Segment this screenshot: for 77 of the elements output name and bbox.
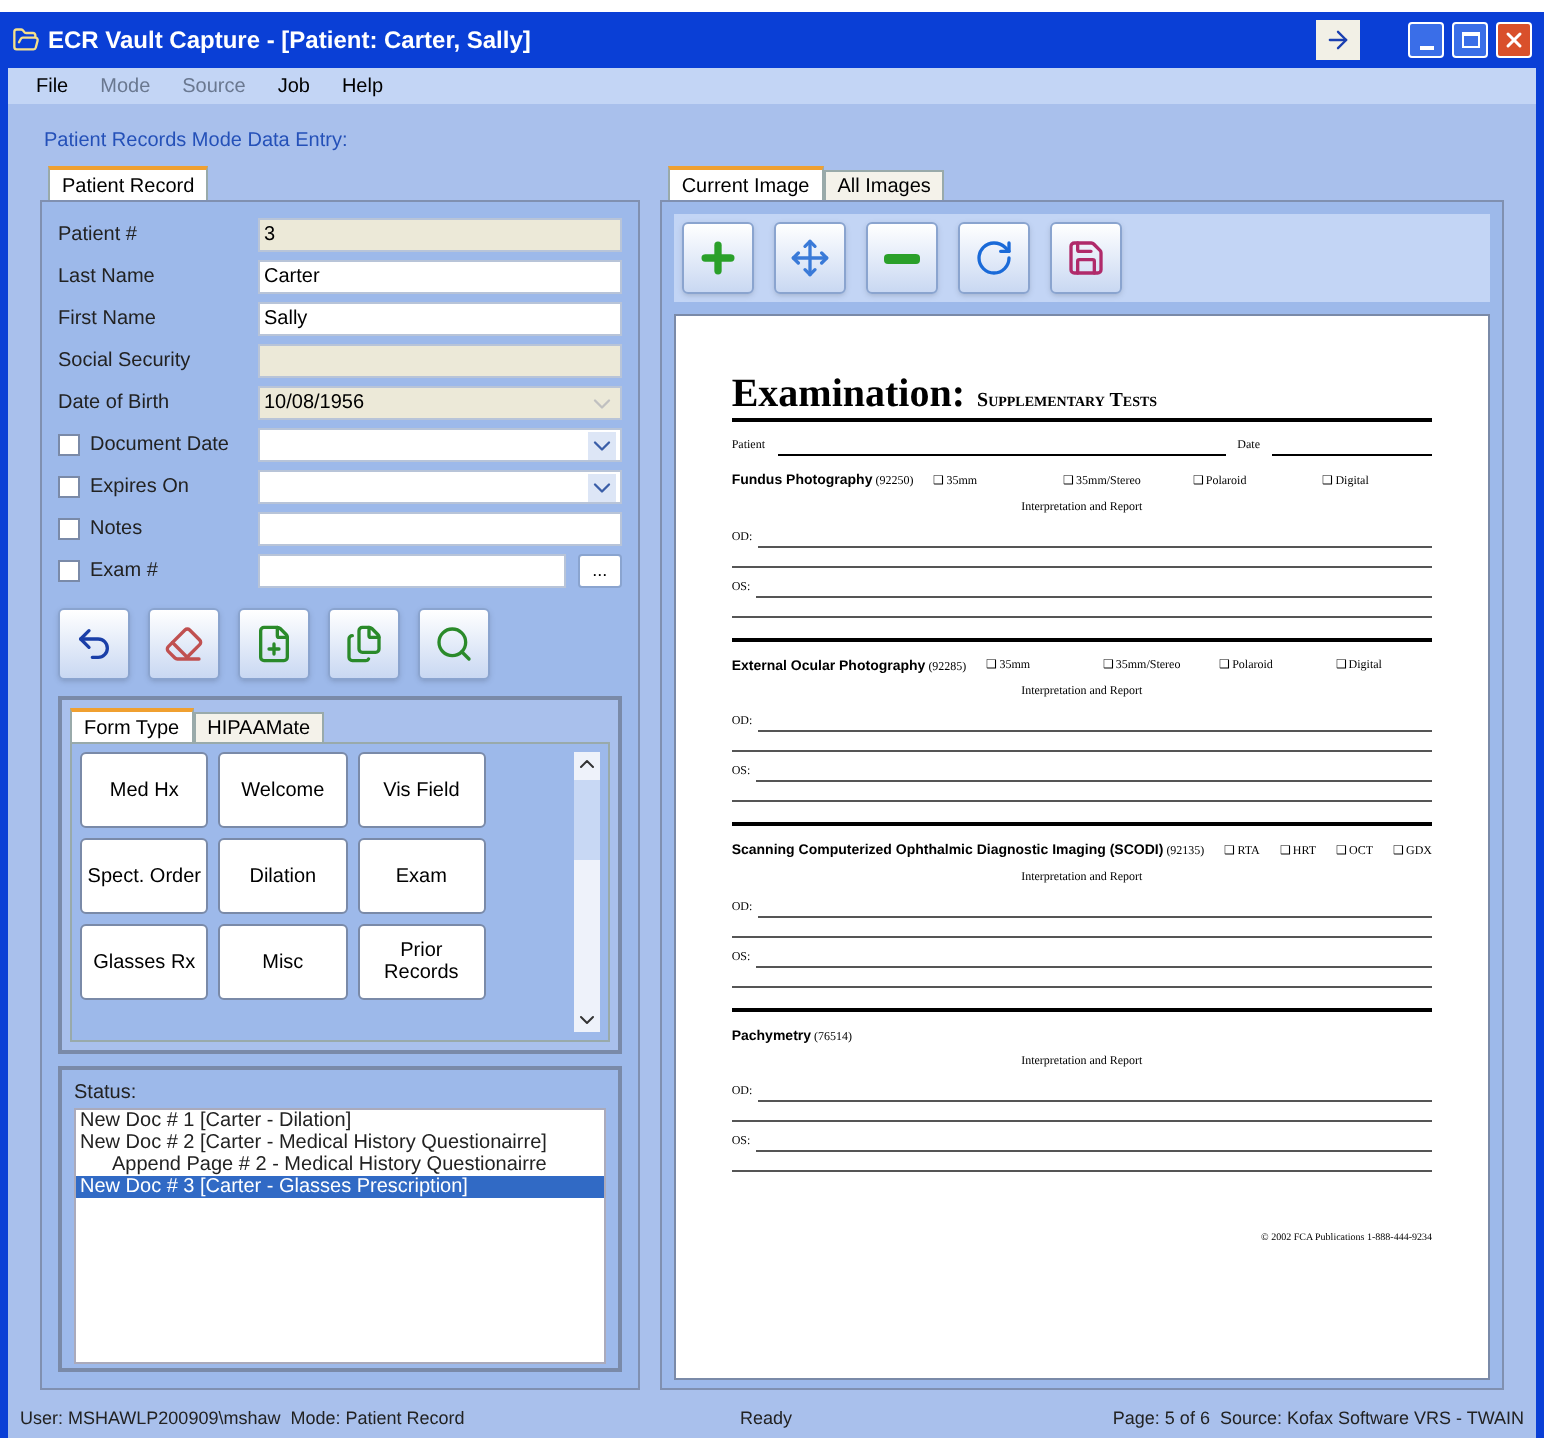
checkbox[interactable] [58,434,80,456]
date-dropdown[interactable]: 10/08/1956 [258,386,622,420]
input-field[interactable] [258,344,622,378]
remove-button[interactable] [865,222,938,294]
checkbox[interactable] [58,560,80,582]
status-label: Status: [74,1080,139,1108]
tab[interactable]: HIPAAMate [193,712,325,742]
tab[interactable]: All Images [823,170,945,200]
form-button[interactable]: Misc [218,924,348,1000]
document-title: Examination: [731,372,966,416]
rotate-button[interactable] [957,222,1030,294]
close-icon [1502,28,1526,52]
field-label: Social Security [58,348,191,376]
minimize-button[interactable] [1408,22,1444,58]
field-label: Exam # [90,558,158,586]
status-entry[interactable]: New Doc # 2 [Carter - Medical History Questionairre] [76,1132,604,1154]
tab[interactable]: Form Type [70,708,194,742]
window-title: ECR Vault Capture - [Patient: Carter, Sally] [48,24,533,58]
maximize-button[interactable] [1452,22,1488,58]
field-label: Document Date [90,432,229,460]
input-field[interactable] [258,512,622,546]
input-field[interactable]: 3 [258,218,622,252]
magnifier-icon [434,624,474,664]
group-title: Patient Records Mode Data Entry: [44,130,348,152]
scrollbar[interactable] [573,752,600,1032]
status-text: User: MSHAWLP200909\mshaw Mode: Patient Record [20,1406,467,1433]
status-text: Ready [740,1406,795,1433]
input-field[interactable]: Carter [258,260,622,294]
form-button[interactable]: Exam [357,838,486,914]
menu-item[interactable]: File [36,71,69,101]
minus-icon [883,253,920,263]
input-field[interactable] [258,554,566,588]
checkbox[interactable] [58,518,80,540]
menu-item[interactable]: Help [341,71,384,101]
field-label: Last Name [58,264,155,292]
checkbox[interactable] [58,476,80,498]
field-label: Date of Birth [58,390,170,418]
form-button[interactable]: Spect. Order [80,838,209,914]
document-subtitle: Supplementary Tests [977,388,1158,416]
form-button[interactable]: Glasses Rx [80,924,209,1000]
move-arrows-icon [789,238,830,278]
status-entry[interactable]: New Doc # 1 [Carter - Dilation] [76,1110,604,1132]
form-button[interactable]: Med Hx [80,752,209,828]
form-button[interactable]: Welcome [218,752,348,828]
field-label: Expires On [90,474,189,502]
input-field[interactable]: Sally [258,302,622,336]
form-button[interactable]: Dilation [218,838,348,914]
field-label: Notes [90,516,143,544]
zoom-button[interactable] [418,608,490,680]
status-entry[interactable]: Append Page # 2 - Medical History Questionairre [76,1154,604,1176]
arrow-right-icon [1324,26,1352,54]
tab[interactable]: Patient Record [48,166,209,200]
move-button[interactable] [773,222,846,294]
add-button[interactable] [681,222,754,294]
status-text: Page: 5 of 6 Source: Kofax Software VRS - TWAIN [1112,1406,1524,1433]
next-button[interactable] [1316,20,1360,60]
eraser-icon [164,624,204,664]
rotate-icon [973,238,1014,278]
undo-icon [74,624,114,664]
form-button[interactable]: Vis Field [357,752,486,828]
app-icon [12,26,40,54]
copy-pages-button[interactable] [328,608,400,680]
menu-item[interactable]: Job [277,71,310,101]
eraser-button[interactable] [148,608,220,680]
field-label: First Name [58,306,156,334]
new-page-button[interactable] [238,608,310,680]
status-entry[interactable]: New Doc # 3 [Carter - Glasses Prescription] [76,1176,604,1198]
form-button[interactable]: Prior Records [357,924,486,1000]
browse-button[interactable]: ... [577,554,622,588]
field-label: Patient # [58,222,137,250]
save-icon [1065,238,1106,278]
tab[interactable]: Current Image [667,166,824,200]
save-button[interactable] [1049,222,1122,294]
undo-button[interactable] [58,608,130,680]
pages-icon [344,624,384,664]
close-button[interactable] [1496,22,1532,58]
new-page-icon [254,624,294,664]
